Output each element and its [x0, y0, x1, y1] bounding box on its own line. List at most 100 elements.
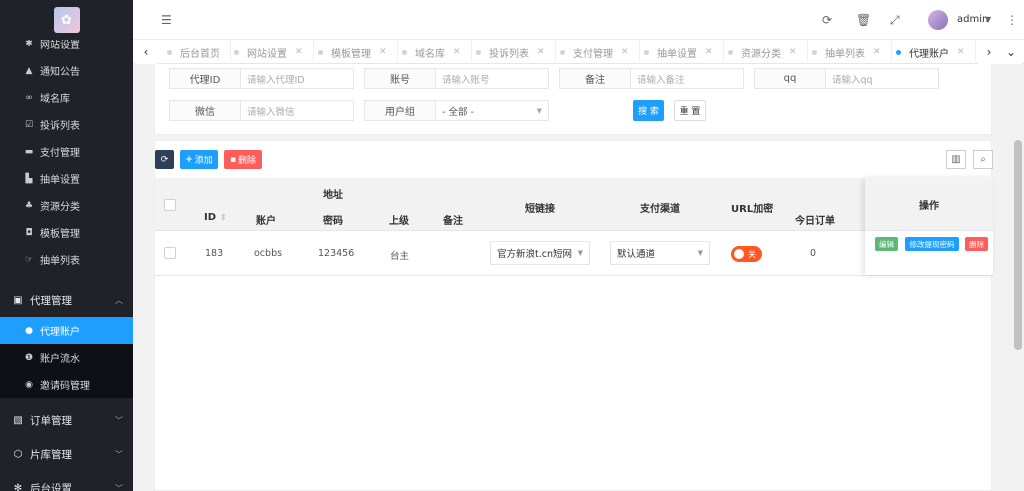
cell-account: ocbbs: [254, 248, 283, 259]
tab-domains[interactable]: 域名库 ✕: [392, 40, 472, 64]
remark-input[interactable]: 请输入备注: [630, 68, 744, 89]
delete-button[interactable]: ▪ 删除: [224, 150, 262, 169]
reset-button[interactable]: 重 置: [674, 100, 706, 121]
tab-label: 域名库: [415, 48, 445, 60]
trash-icon: ▪: [229, 154, 237, 165]
tab-label: 投诉列表: [489, 48, 529, 60]
tab-label: 抽单设置: [657, 48, 697, 60]
tab-agent-accounts[interactable]: 代理账户 ✕: [886, 40, 976, 64]
tab-menu-button[interactable]: ⌄: [1000, 40, 1022, 64]
tab-draw-settings[interactable]: 抽单设置 ✕: [634, 40, 724, 64]
cell-parent: 台主: [390, 251, 410, 262]
toggle-state-label: 关: [748, 249, 756, 259]
sidebar-item-draw-list[interactable]: ☞ 抽单列表: [0, 246, 133, 273]
cell-today-orders: 0: [810, 248, 817, 259]
tab-categories[interactable]: 资源分类 ✕: [718, 40, 808, 64]
sidebar-group-backend[interactable]: ✻ 后台设置 ﹀: [0, 471, 133, 491]
sidebar-item-label: 域名库: [40, 94, 70, 105]
sidebar-group-orders[interactable]: ▧ 订单管理 ﹀: [0, 403, 133, 437]
search-button[interactable]: 搜 索: [633, 100, 664, 121]
tab-complaints[interactable]: 投诉列表 ✕: [466, 40, 556, 64]
tab-dot-icon: [560, 49, 565, 55]
bell-icon: ▲: [25, 65, 33, 76]
col-header-id[interactable]: ID ⇕: [204, 212, 227, 223]
tab-next-button[interactable]: ›: [978, 40, 1000, 64]
tab-dot-icon: [728, 49, 733, 55]
sidebar-item-payments[interactable]: ▬ 支付管理: [0, 138, 133, 165]
sort-icon[interactable]: ⇕: [220, 213, 227, 222]
sidebar-item-draw-settings[interactable]: ▙ 抽单设置: [0, 165, 133, 192]
close-icon[interactable]: ✕: [705, 47, 713, 57]
columns-filter-button[interactable]: ▥: [946, 150, 966, 169]
tab-label: 网站设置: [247, 48, 287, 60]
row-checkbox[interactable]: [164, 247, 176, 259]
close-icon[interactable]: ✕: [621, 47, 629, 57]
sidebar-item-notices[interactable]: ▲ 通知公告: [0, 57, 133, 84]
user-group-select[interactable]: - 全部 - ▼: [435, 100, 549, 121]
col-header-shortlink: 短链接: [525, 204, 555, 215]
agent-id-input[interactable]: 请输入代理ID: [240, 68, 354, 89]
sidebar-submenu-agent: ● 代理账户 ❶ 账户流水 ◉ 邀请码管理: [0, 317, 133, 403]
tab-draw-list[interactable]: 抽单列表 ✕: [802, 40, 892, 64]
tab-templates[interactable]: 模板管理 ✕: [308, 40, 398, 64]
refresh-button[interactable]: ⟳: [155, 150, 174, 169]
tab-home[interactable]: 后台首页: [157, 40, 231, 64]
cell-password: 123456: [318, 248, 355, 259]
close-icon[interactable]: ✕: [789, 47, 797, 57]
chevron-left-icon: ‹: [143, 45, 149, 59]
shortlink-select[interactable]: 官方新浪t.cn短网 ▼: [490, 241, 590, 265]
page-scrollbar-thumb[interactable]: [1014, 140, 1022, 350]
sidebar-group-agent[interactable]: ▣ 代理管理 ︿: [0, 283, 133, 317]
change-withdraw-password-button[interactable]: 修改提现密码: [905, 237, 959, 251]
edit-button[interactable]: 编辑: [875, 237, 898, 251]
fullscreen-icon[interactable]: ⤢: [890, 13, 900, 28]
col-header-id-text: ID: [204, 212, 217, 223]
plus-icon: +: [185, 154, 193, 165]
sidebar-item-complaints[interactable]: ☑ 投诉列表: [0, 111, 133, 138]
tab-label: 模板管理: [331, 48, 371, 60]
close-icon[interactable]: ✕: [537, 47, 545, 57]
avatar[interactable]: [928, 10, 948, 30]
tab-site-settings[interactable]: 网站设置 ✕: [224, 40, 314, 64]
close-icon[interactable]: ✕: [957, 47, 965, 57]
payment-select[interactable]: 默认通道 ▼: [610, 241, 710, 265]
close-icon[interactable]: ✕: [379, 47, 387, 57]
close-icon[interactable]: ✕: [453, 47, 461, 57]
tab-payments[interactable]: 支付管理 ✕: [550, 40, 640, 64]
wechat-input[interactable]: 请输入微信: [240, 100, 354, 121]
sidebar-group-library[interactable]: ⬡ 片库管理 ﹀: [0, 437, 133, 471]
caret-down-icon: ▼: [577, 249, 583, 257]
refresh-icon[interactable]: ⟳: [822, 13, 832, 27]
tab-prev-button[interactable]: ‹: [135, 40, 157, 64]
user-icon: ●: [25, 325, 33, 336]
row-divider: [155, 275, 993, 276]
col-header-account: 账户: [256, 216, 276, 227]
sidebar-item-domains[interactable]: ∞ 域名库: [0, 84, 133, 111]
sidebar-item-invite-codes[interactable]: ◉ 邀请码管理: [0, 371, 133, 398]
sidebar-item-account-flow[interactable]: ❶ 账户流水: [0, 344, 133, 371]
select-all-checkbox[interactable]: [164, 199, 176, 211]
sidebar-item-templates[interactable]: ◘ 模板管理: [0, 219, 133, 246]
chevron-up-icon: ︿: [115, 295, 123, 305]
logo: ✿: [0, 0, 133, 40]
sidebar-item-categories[interactable]: ♣ 资源分类: [0, 192, 133, 219]
url-encrypt-toggle[interactable]: 关: [731, 246, 762, 262]
sidebar-item-label: 投诉列表: [40, 121, 80, 132]
caret-down-icon[interactable]: ▼: [985, 15, 991, 24]
col-header-url-encrypt: URL加密: [731, 204, 774, 215]
add-button[interactable]: + 添加: [180, 150, 218, 169]
delete-row-button[interactable]: 删除: [965, 237, 988, 251]
tab-dot-icon: [318, 49, 323, 55]
trash-icon[interactable]: 🗑: [856, 13, 871, 27]
username[interactable]: admin: [957, 14, 988, 25]
table-search-button[interactable]: ⌕: [973, 150, 993, 169]
sidebar-item-agent-accounts[interactable]: ● 代理账户: [0, 317, 133, 344]
qq-input[interactable]: 请输入qq: [825, 68, 939, 89]
close-icon[interactable]: ✕: [873, 47, 881, 57]
chevron-down-icon: ﹀: [115, 415, 123, 425]
account-input[interactable]: 请输入账号: [435, 68, 549, 89]
menu-toggle-icon[interactable]: ☰: [161, 13, 172, 27]
close-icon[interactable]: ✕: [295, 47, 303, 57]
more-vertical-icon[interactable]: ⋮: [1006, 13, 1018, 27]
wechat-label: 微信: [169, 100, 241, 121]
